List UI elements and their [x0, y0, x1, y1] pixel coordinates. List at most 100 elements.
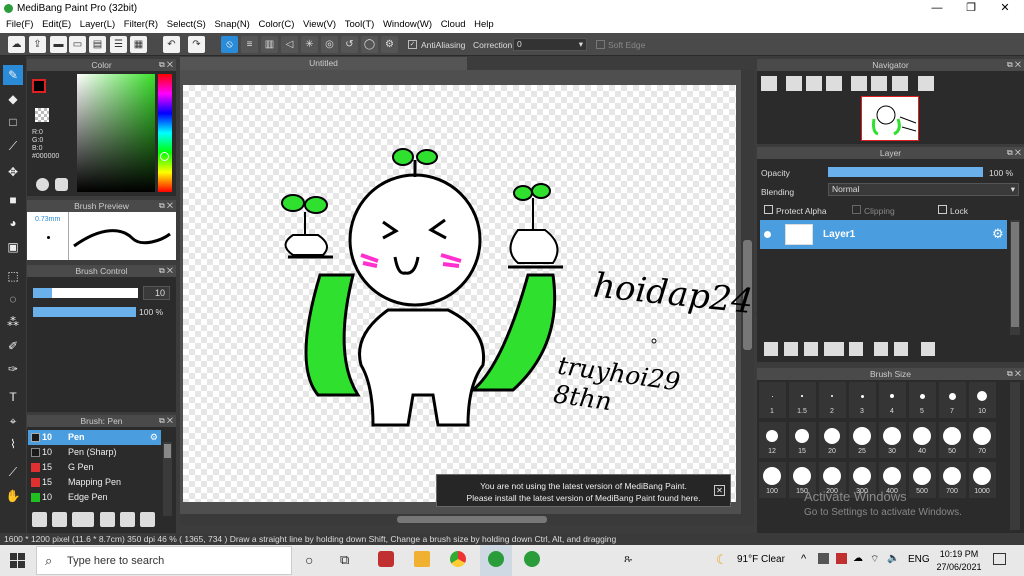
brush-size-value[interactable]: 10 — [143, 286, 170, 300]
brush-list-item[interactable]: 10 Edge Pen — [28, 490, 161, 505]
folder-icon[interactable] — [120, 512, 135, 527]
menu-filter[interactable]: Filter(R) — [118, 17, 158, 30]
hand-tool-icon[interactable]: ✋ — [3, 486, 23, 506]
magic-wand-tool-icon[interactable]: ⁂ — [3, 312, 23, 332]
ellipse-snap-icon[interactable]: ◯ — [361, 36, 378, 53]
brush-tool-icon[interactable]: ✎ — [3, 65, 23, 85]
bucket-tool-icon[interactable]: ◕ — [3, 213, 23, 233]
text-tool-icon[interactable]: T — [3, 387, 23, 407]
menu-file[interactable]: File(F) — [0, 17, 33, 30]
zoom-in-plus-icon[interactable] — [786, 76, 802, 91]
gradient-tool-icon[interactable]: ▣ — [3, 237, 23, 257]
canvas-tab[interactable]: Untitled — [180, 57, 467, 70]
actual-size-icon[interactable] — [871, 76, 887, 91]
wifi-icon[interactable]: ⌔ — [870, 553, 879, 566]
gear-icon[interactable]: ⚙ — [992, 226, 1004, 242]
rectangle-tool-icon[interactable]: □ — [3, 112, 23, 132]
new-brush-icon[interactable] — [52, 512, 67, 527]
zoom-in-icon[interactable] — [761, 76, 777, 91]
menu-cloud[interactable]: Cloud — [435, 17, 466, 30]
grid-icon[interactable]: ▦ — [130, 36, 147, 53]
lasso-tool-icon[interactable]: ◌ — [3, 289, 23, 309]
brush-list-scrollbar[interactable] — [163, 442, 172, 516]
parallel-snap-icon[interactable]: ≡ — [241, 36, 258, 53]
radial-snap-icon[interactable]: ✳ — [301, 36, 318, 53]
add-layer-menu-icon[interactable] — [824, 342, 844, 356]
brush-menu-icon[interactable] — [72, 512, 94, 527]
tray-icon-2[interactable] — [836, 553, 847, 564]
select-pen-tool-icon[interactable]: ✐ — [3, 336, 23, 356]
circle-snap-icon[interactable]: ◎ — [321, 36, 338, 53]
select-eraser-tool-icon[interactable]: ✑ — [3, 359, 23, 379]
brush-opacity-slider[interactable] — [33, 307, 136, 317]
rotate-icon[interactable] — [892, 76, 908, 91]
upload-icon[interactable]: ⇪ — [29, 36, 46, 53]
comment-icon[interactable]: ▬ — [50, 36, 67, 53]
transparent-color-swatch[interactable] — [35, 108, 49, 122]
brush-size-scrollbar[interactable] — [1010, 382, 1020, 530]
clock-date[interactable]: 27/06/2021 — [934, 562, 984, 572]
eraser-tool-icon[interactable]: ◆ — [3, 89, 23, 109]
color-picker-icon[interactable] — [55, 178, 68, 191]
cortana-icon[interactable]: ○ — [305, 552, 313, 568]
operation-tool-icon[interactable]: ⌖ — [3, 411, 23, 431]
copy-brush-icon[interactable] — [140, 512, 155, 527]
app-icon-2[interactable] — [524, 551, 540, 567]
select-tool-icon[interactable]: ⬚ — [3, 266, 23, 286]
search-box[interactable]: ⌕ Type here to search — [36, 546, 292, 575]
settings-icon[interactable]: ⚙ — [381, 36, 398, 53]
saturation-value-picker[interactable] — [77, 74, 155, 192]
onedrive-icon[interactable]: ☁ — [853, 553, 863, 564]
layer-scrollbar[interactable] — [1010, 220, 1020, 335]
new-layer-icon[interactable] — [764, 342, 778, 356]
foreground-color-swatch[interactable] — [32, 79, 46, 93]
gear-icon[interactable]: ⚙ — [150, 430, 158, 445]
brush-list-item[interactable]: 10 Pen ⚙ — [28, 430, 161, 445]
zoom-out-icon[interactable] — [826, 76, 842, 91]
minimize-button[interactable]: — — [920, 0, 954, 17]
flip-icon[interactable] — [918, 76, 934, 91]
protect-alpha-checkbox[interactable] — [764, 205, 773, 214]
folder-icon[interactable] — [849, 342, 863, 356]
file-explorer-icon[interactable] — [414, 551, 430, 567]
cloud-icon[interactable]: ☁ — [8, 36, 25, 53]
trash-icon[interactable] — [921, 342, 935, 356]
hue-slider[interactable] — [158, 74, 172, 192]
correction-select[interactable]: 0 ▾ — [513, 38, 587, 51]
menu-tool[interactable]: Tool(T) — [339, 17, 375, 30]
chat-icon[interactable]: ▭ — [69, 36, 86, 53]
layer-opacity-slider[interactable] — [828, 167, 983, 177]
brush-list-item[interactable]: 10 Pen (Sharp) — [28, 445, 161, 460]
clipping-checkbox[interactable] — [852, 205, 861, 214]
chrome-icon[interactable] — [450, 551, 466, 567]
curve-snap-icon[interactable]: ↺ — [341, 36, 358, 53]
palette-icon[interactable] — [36, 178, 49, 191]
brush-list-item[interactable]: 15 Mapping Pen — [28, 475, 161, 490]
notification-icon[interactable] — [993, 553, 1006, 565]
redo-icon[interactable]: ↷ — [188, 36, 205, 53]
snap-off-icon[interactable]: ⦸ — [221, 36, 238, 53]
add-brush-icon[interactable] — [32, 512, 47, 527]
update-notice[interactable]: You are not using the latest version of … — [436, 474, 731, 507]
clock-time[interactable]: 10:19 PM — [938, 549, 980, 559]
panel-close-icon[interactable]: ⧉ ✕ — [159, 200, 173, 212]
medibang-taskbar-button[interactable] — [480, 545, 512, 576]
menu-view[interactable]: View(V) — [297, 17, 336, 30]
soft-edge-checkbox[interactable] — [596, 40, 605, 49]
layer-row[interactable]: Layer1 ⚙ — [760, 220, 1007, 249]
brush-size-slider[interactable] — [33, 288, 138, 298]
document-icon[interactable]: ▤ — [89, 36, 106, 53]
panel-close-icon[interactable]: ⧉ ✕ — [159, 265, 173, 277]
move-tool-icon[interactable]: ✥ — [3, 162, 23, 182]
volume-icon[interactable]: 🔈 — [887, 553, 899, 564]
chevron-up-icon[interactable]: ^ — [801, 553, 806, 565]
windows-start-icon[interactable] — [10, 553, 25, 568]
vanishing-snap-icon[interactable]: ◁ — [281, 36, 298, 53]
blending-select[interactable]: Normal ▾ — [828, 183, 1019, 196]
language-indicator[interactable]: ENG — [908, 554, 930, 565]
network-app-icon[interactable]: ጹ — [624, 553, 632, 566]
eyedropper-tool-icon[interactable]: ⟋ — [3, 462, 23, 482]
menu-color[interactable]: Color(C) — [252, 17, 294, 30]
new-halftone-layer-icon[interactable] — [804, 342, 818, 356]
menu-layer[interactable]: Layer(L) — [74, 17, 115, 30]
